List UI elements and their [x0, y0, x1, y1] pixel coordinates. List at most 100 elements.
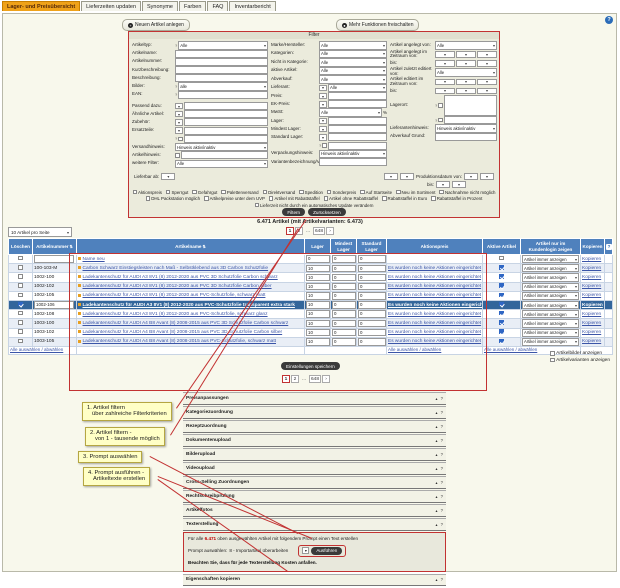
accordion-texterstellung[interactable]: Texterstellung▴? [183, 518, 446, 531]
lager-input[interactable]: 0 [306, 255, 330, 263]
checkbox[interactable] [255, 203, 260, 208]
checkbox[interactable] [499, 293, 504, 298]
pagination-page-2[interactable]: 2 [291, 375, 299, 383]
more-functions-button[interactable]: ● Mehr Funktionen freischalten [336, 19, 419, 31]
checkbox[interactable] [18, 320, 23, 325]
help-icon[interactable]: ? [175, 136, 177, 141]
checkbox[interactable] [18, 293, 23, 298]
accordion-rechtschreibpr-fung[interactable]: Rechtschreibprüfung▴? [183, 490, 446, 503]
checkbox[interactable] [327, 190, 332, 195]
filter-textarea[interactable] [444, 95, 497, 116]
filter-input[interactable] [435, 133, 497, 141]
kopieren-link[interactable]: Kopieren [582, 312, 601, 317]
collapse-icon[interactable]: ▴ [436, 452, 438, 457]
artikelname-link[interactable]: Ladekantenschutz für AUDI A3 8V1 (8) 201… [83, 293, 266, 298]
mindest-lager-input[interactable]: 0 [332, 320, 356, 328]
standard-lager-input[interactable]: 0 [358, 265, 386, 273]
accordion-eigenschaften-kopieren[interactable]: Eigenschaften kopieren▴? [183, 574, 446, 587]
checkbox[interactable] [499, 274, 504, 279]
aktionspreis-link[interactable]: Es wurden noch keine Aktionen eingericht… [388, 266, 481, 271]
bis-select[interactable]: ▾ [436, 181, 450, 188]
filter-select[interactable]: Alle▾ [178, 41, 268, 50]
accordion-kategoriezuordnung[interactable]: Kategoriezuordnung▴? [183, 406, 446, 419]
filter-checkbox-artikelpreise-unter-dem-uvp[interactable]: Artikelpreise unter dem UVP [204, 196, 265, 201]
column-header-artikelname[interactable]: Artikelname⇅ [77, 239, 305, 255]
operator-select[interactable]: ▾ [175, 127, 183, 134]
display-select[interactable]: Artikel immer anzeigen▾ [522, 338, 579, 346]
pagination-page-1[interactable]: 1 [286, 227, 294, 235]
artikelname-link[interactable]: Ladekantenschutz für AUDI A4 B8 Avant (8… [83, 339, 277, 344]
filter-select[interactable]: Alle▾ [319, 67, 387, 76]
option-artikelbilder[interactable]: Artikelbilder anzeigen [550, 351, 602, 356]
collapse-icon[interactable]: ▴ [436, 480, 438, 485]
checkbox[interactable] [499, 339, 504, 344]
operator-select[interactable]: ▾ [456, 60, 476, 67]
display-select[interactable]: Artikel immer anzeigen▾ [522, 310, 579, 318]
checkbox[interactable] [18, 329, 23, 334]
filter-input[interactable] [184, 110, 268, 118]
pagination-next[interactable]: › [326, 227, 334, 235]
checkbox[interactable] [322, 143, 327, 148]
mindest-lager-input[interactable]: 0 [332, 310, 356, 318]
filter-checkbox-nachnahme-nicht-m-glich[interactable]: Nachnahme nicht möglich [439, 190, 495, 195]
bis-select[interactable]: ▾ [452, 181, 466, 188]
lieferbar-select[interactable]: ▾ [400, 173, 414, 180]
aktionspreis-link[interactable]: Es wurden noch keine Aktionen eingericht… [388, 275, 481, 280]
tab-synonyme[interactable]: Synonyme [142, 1, 178, 11]
standard-lager-input[interactable]: 0 [358, 292, 386, 300]
tab-faq[interactable]: FAQ [207, 1, 228, 11]
help-icon[interactable]: ? [606, 244, 612, 250]
filter-select[interactable]: Alle▾ [435, 68, 497, 77]
aktionspreis-link[interactable]: Es wurden noch keine Aktionen eingericht… [388, 284, 481, 289]
filter-checkbox-artikel-ohne-rabattstaffel[interactable]: Artikel ohne Rabattstaffel [324, 196, 378, 201]
filter-input[interactable] [175, 66, 268, 74]
lieferbar-select[interactable]: ▾ [384, 173, 398, 180]
zuruecksetzen-button[interactable]: Zurücksetzen [308, 208, 346, 216]
operator-select[interactable]: ▾ [456, 79, 476, 86]
lager-input[interactable]: 10 [306, 292, 330, 300]
operator-select[interactable]: ▾ [175, 103, 183, 110]
help-icon[interactable]: ? [441, 452, 443, 457]
operator-select[interactable]: ▾ [319, 118, 327, 125]
artikelname-link[interactable]: Ladekantenschutz für AUDI A3 8V1 (8) 201… [83, 284, 272, 289]
operator-select[interactable]: ▾ [319, 126, 327, 133]
operator-select[interactable]: ▾ [175, 111, 183, 118]
display-select[interactable]: Artikel immer anzeigen▾ [522, 273, 579, 281]
checkbox[interactable] [175, 153, 180, 158]
aktionspreis-link[interactable]: Es wurden noch keine Aktionen eingericht… [388, 330, 481, 335]
lager-input[interactable]: 10 [306, 283, 330, 291]
produktionsdatum-select[interactable]: ▾ [480, 173, 494, 180]
artikelname-link[interactable]: Ladekantenschutz für AUDI A3 8V1 (8) 201… [83, 312, 268, 317]
operator-select[interactable]: ▾ [477, 88, 497, 95]
tab-farben[interactable]: Farben [179, 1, 206, 11]
filter-checkbox-direktversand[interactable]: Direktversand [263, 190, 296, 195]
filter-select[interactable]: Hinweis aktiv/inaktiv▾ [435, 124, 497, 133]
select-all-link[interactable]: Alle auswählen / abwählen [388, 347, 441, 352]
accordion-videoupload[interactable]: Videoupload▴? [183, 462, 446, 475]
operator-select[interactable]: ▾ [319, 134, 327, 141]
help-icon[interactable]: ? [441, 508, 443, 513]
kopieren-link[interactable]: Kopieren [582, 321, 601, 326]
filter-checkbox-palettenversand[interactable]: Palettenversand [221, 190, 258, 195]
display-select[interactable]: Artikel immer anzeigen▾ [522, 329, 579, 337]
display-select[interactable]: Artikel immer anzeigen▾ [522, 264, 579, 272]
kopieren-link[interactable]: Kopieren [582, 303, 603, 308]
standard-lager-input[interactable]: 0 [358, 320, 386, 328]
checkbox[interactable] [18, 339, 23, 344]
column-header-artikelnummer[interactable]: Artikelnummer⇅ [33, 239, 77, 255]
filter-input[interactable] [328, 117, 387, 125]
help-icon[interactable]: ? [441, 577, 443, 582]
aktionspreis-link[interactable]: Es wurden noch keine Aktionen eingericht… [388, 321, 481, 326]
filter-select[interactable]: Hinweis aktiv/inaktiv▾ [319, 150, 387, 159]
artikelname-link[interactable]: Name neu [83, 257, 105, 262]
filter-select[interactable]: Alle▾ [319, 50, 387, 59]
mindest-lager-input[interactable]: 0 [332, 301, 356, 309]
filter-input[interactable] [328, 92, 387, 100]
kopieren-link[interactable]: Kopieren [582, 339, 601, 344]
artikelname-link[interactable]: Ladekantenschutz für AUDI A4 B8 Avant (8… [83, 321, 289, 326]
collapse-icon[interactable]: ▴ [436, 396, 438, 401]
checkbox[interactable] [269, 196, 274, 201]
display-select[interactable]: Artikel immer anzeigen▾ [522, 283, 579, 291]
help-icon[interactable]: ? [441, 438, 443, 443]
operator-select[interactable]: ▾ [456, 88, 476, 95]
